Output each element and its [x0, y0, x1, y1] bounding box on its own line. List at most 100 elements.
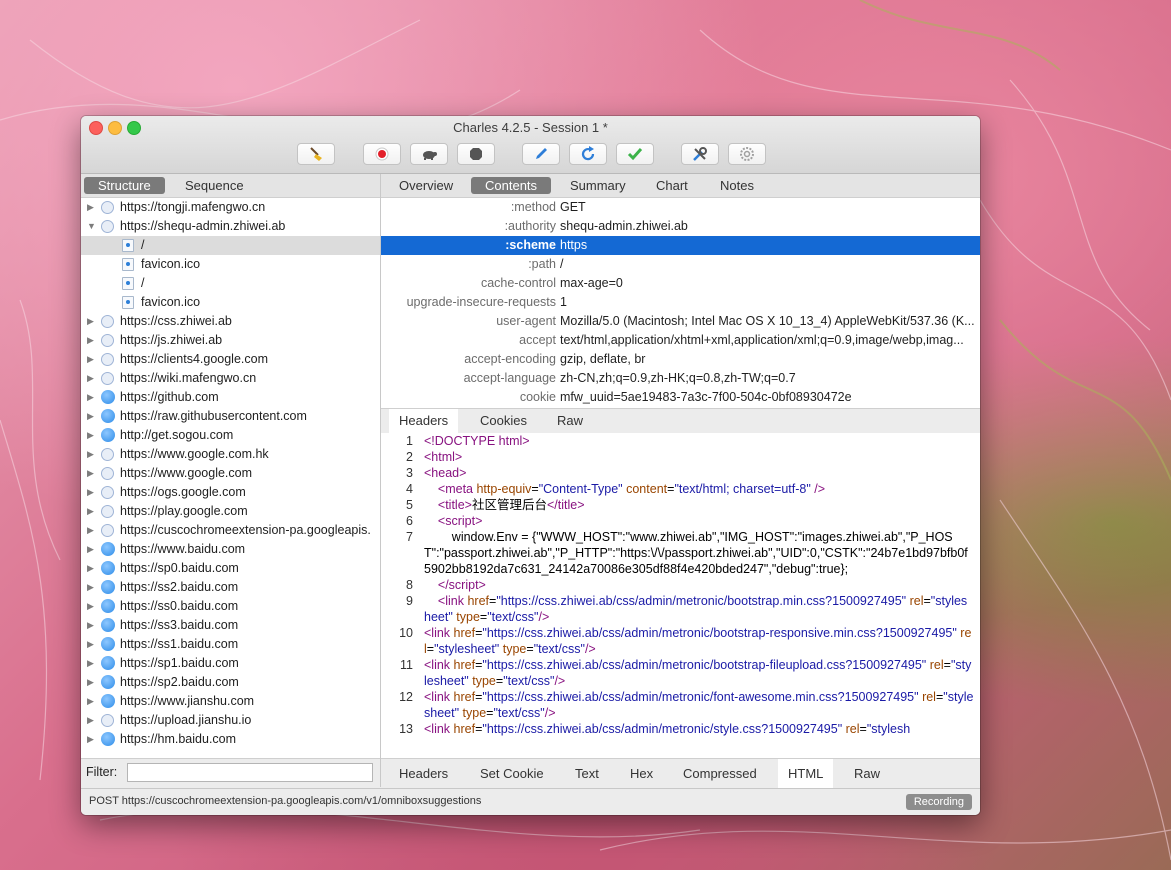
disclosure-closed-icon[interactable]: ▶: [87, 464, 94, 483]
header-name: user-agent: [496, 314, 556, 328]
header-row[interactable]: :path /: [381, 255, 980, 274]
tree-host-item[interactable]: ▶ https://hm.baidu.com: [81, 730, 380, 749]
tree-host-item[interactable]: ▶ https://ss1.baidu.com: [81, 635, 380, 654]
disclosure-closed-icon[interactable]: ▶: [87, 483, 94, 502]
tree-host-item[interactable]: ▶ https://cuscochromeextension-pa.googlea…: [81, 521, 380, 540]
tree-host-item[interactable]: ▶ https://play.google.com: [81, 502, 380, 521]
tab-contents[interactable]: Contents: [471, 177, 552, 194]
tree-child-item[interactable]: favicon.ico: [81, 293, 380, 312]
disclosure-closed-icon[interactable]: ▶: [87, 559, 94, 578]
tree-host-item[interactable]: ▶ https://ss2.baidu.com: [81, 578, 380, 597]
tree-host-item[interactable]: ▶ https://ss0.baidu.com: [81, 597, 380, 616]
disclosure-closed-icon[interactable]: ▶: [87, 312, 94, 331]
disclosure-open-icon[interactable]: ▼: [87, 217, 96, 236]
tree-host-item[interactable]: ▶ https://sp1.baidu.com: [81, 654, 380, 673]
tree-host-item[interactable]: ▶ https://sp2.baidu.com: [81, 673, 380, 692]
tab-sequence[interactable]: Sequence: [171, 177, 258, 194]
record-button[interactable]: [363, 143, 401, 165]
breakpoints-button[interactable]: [457, 143, 495, 165]
tab-request-cookies[interactable]: Cookies: [470, 409, 537, 433]
tree-host-item[interactable]: ▼ https://shequ-admin.zhiwei.ab: [81, 217, 380, 236]
tree-host-item[interactable]: ▶ https://tongji.mafengwo.cn: [81, 198, 380, 217]
tree-host-item[interactable]: ▶ https://clients4.google.com: [81, 350, 380, 369]
header-row[interactable]: upgrade-insecure-requests 1: [381, 293, 980, 312]
header-name: :method: [510, 200, 556, 214]
disclosure-closed-icon[interactable]: ▶: [87, 198, 94, 217]
disclosure-closed-icon[interactable]: ▶: [87, 711, 94, 730]
tree-host-item[interactable]: ▶ https://upload.jianshu.io: [81, 711, 380, 730]
header-row[interactable]: :scheme https: [381, 236, 980, 255]
tree-host-item[interactable]: ▶ http://get.sogou.com: [81, 426, 380, 445]
disclosure-closed-icon[interactable]: ▶: [87, 369, 94, 388]
disclosure-closed-icon[interactable]: ▶: [87, 407, 94, 426]
tab-response-hex[interactable]: Hex: [620, 759, 663, 788]
header-row[interactable]: user-agent Mozilla/5.0 (Macintosh; Intel …: [381, 312, 980, 331]
disclosure-closed-icon[interactable]: ▶: [87, 350, 94, 369]
tree-host-item[interactable]: ▶ https://ogs.google.com: [81, 483, 380, 502]
tab-chart[interactable]: Chart: [642, 177, 702, 194]
document-icon: [122, 258, 134, 271]
disclosure-closed-icon[interactable]: ▶: [87, 426, 94, 445]
tab-response-html[interactable]: HTML: [778, 759, 834, 788]
tab-response-headers[interactable]: Headers: [389, 759, 458, 788]
disclosure-closed-icon[interactable]: ▶: [87, 692, 94, 711]
tab-response-set-cookie[interactable]: Set Cookie: [470, 759, 554, 788]
repeat-button[interactable]: [569, 143, 607, 165]
line-number: 13: [399, 722, 413, 736]
tree-host-item[interactable]: ▶ https://wiki.mafengwo.cn: [81, 369, 380, 388]
tree-host-item[interactable]: ▶ https://www.baidu.com: [81, 540, 380, 559]
disclosure-closed-icon[interactable]: ▶: [87, 730, 94, 749]
disclosure-closed-icon[interactable]: ▶: [87, 388, 94, 407]
tree-host-item[interactable]: ▶ https://github.com: [81, 388, 380, 407]
compose-button[interactable]: [522, 143, 560, 165]
tree-host-item[interactable]: ▶ https://js.zhiwei.ab: [81, 331, 380, 350]
clear-session-button[interactable]: [297, 143, 335, 165]
tree-child-item[interactable]: /: [81, 274, 380, 293]
disclosure-closed-icon[interactable]: ▶: [87, 635, 94, 654]
tree-host-item[interactable]: ▶ https://sp0.baidu.com: [81, 559, 380, 578]
tab-request-raw[interactable]: Raw: [547, 409, 593, 433]
header-row[interactable]: cache-control max-age=0: [381, 274, 980, 293]
disclosure-closed-icon[interactable]: ▶: [87, 540, 94, 559]
header-row[interactable]: cookie mfw_uuid=5ae19483-7a3c-7f00-504c-0…: [381, 388, 980, 407]
settings-button[interactable]: [728, 143, 766, 165]
response-html-view[interactable]: 1 <!DOCTYPE html> 2 <html> 3 <head> 4 <meta ht…: [381, 433, 980, 757]
tab-request-headers[interactable]: Headers: [389, 409, 459, 433]
header-row[interactable]: accept-encoding gzip, deflate, br: [381, 350, 980, 369]
refresh-icon: [580, 146, 596, 162]
disclosure-closed-icon[interactable]: ▶: [87, 578, 94, 597]
header-row[interactable]: accept-language zh-CN,zh;q=0.9,zh-HK;q=0.…: [381, 369, 980, 388]
tree-child-item[interactable]: /: [81, 236, 380, 255]
validate-button[interactable]: [616, 143, 654, 165]
tools-button[interactable]: [681, 143, 719, 165]
disclosure-closed-icon[interactable]: ▶: [87, 445, 94, 464]
recording-badge[interactable]: Recording: [905, 794, 972, 810]
tree-host-item[interactable]: ▶ https://css.zhiwei.ab: [81, 312, 380, 331]
tree-host-item[interactable]: ▶ https://www.google.com.hk: [81, 445, 380, 464]
disclosure-closed-icon[interactable]: ▶: [87, 331, 94, 350]
header-row[interactable]: accept text/html,application/xhtml+xml,ap…: [381, 331, 980, 350]
throttle-button[interactable]: [410, 143, 448, 165]
tab-response-text[interactable]: Text: [565, 759, 609, 788]
disclosure-closed-icon[interactable]: ▶: [87, 616, 94, 635]
tree-child-item[interactable]: favicon.ico: [81, 255, 380, 274]
tab-structure[interactable]: Structure: [84, 177, 165, 194]
disclosure-closed-icon[interactable]: ▶: [87, 502, 94, 521]
tab-notes[interactable]: Notes: [706, 177, 768, 194]
disclosure-closed-icon[interactable]: ▶: [87, 597, 94, 616]
tab-summary[interactable]: Summary: [556, 177, 640, 194]
disclosure-closed-icon[interactable]: ▶: [87, 673, 94, 692]
tree-host-item[interactable]: ▶ https://www.google.com: [81, 464, 380, 483]
tree-host-item[interactable]: ▶ https://raw.githubusercontent.com: [81, 407, 380, 426]
header-row[interactable]: :authority shequ-admin.zhiwei.ab: [381, 217, 980, 236]
tab-response-raw[interactable]: Raw: [844, 759, 890, 788]
disclosure-closed-icon[interactable]: ▶: [87, 521, 94, 540]
tree-host-item[interactable]: ▶ https://ss3.baidu.com: [81, 616, 380, 635]
bolt-icon: [101, 334, 114, 347]
filter-input[interactable]: [127, 763, 373, 782]
tab-overview[interactable]: Overview: [385, 177, 467, 194]
disclosure-closed-icon[interactable]: ▶: [87, 654, 94, 673]
tree-host-item[interactable]: ▶ https://www.jianshu.com: [81, 692, 380, 711]
tab-response-compressed[interactable]: Compressed: [673, 759, 767, 788]
header-row[interactable]: :method GET: [381, 198, 980, 217]
